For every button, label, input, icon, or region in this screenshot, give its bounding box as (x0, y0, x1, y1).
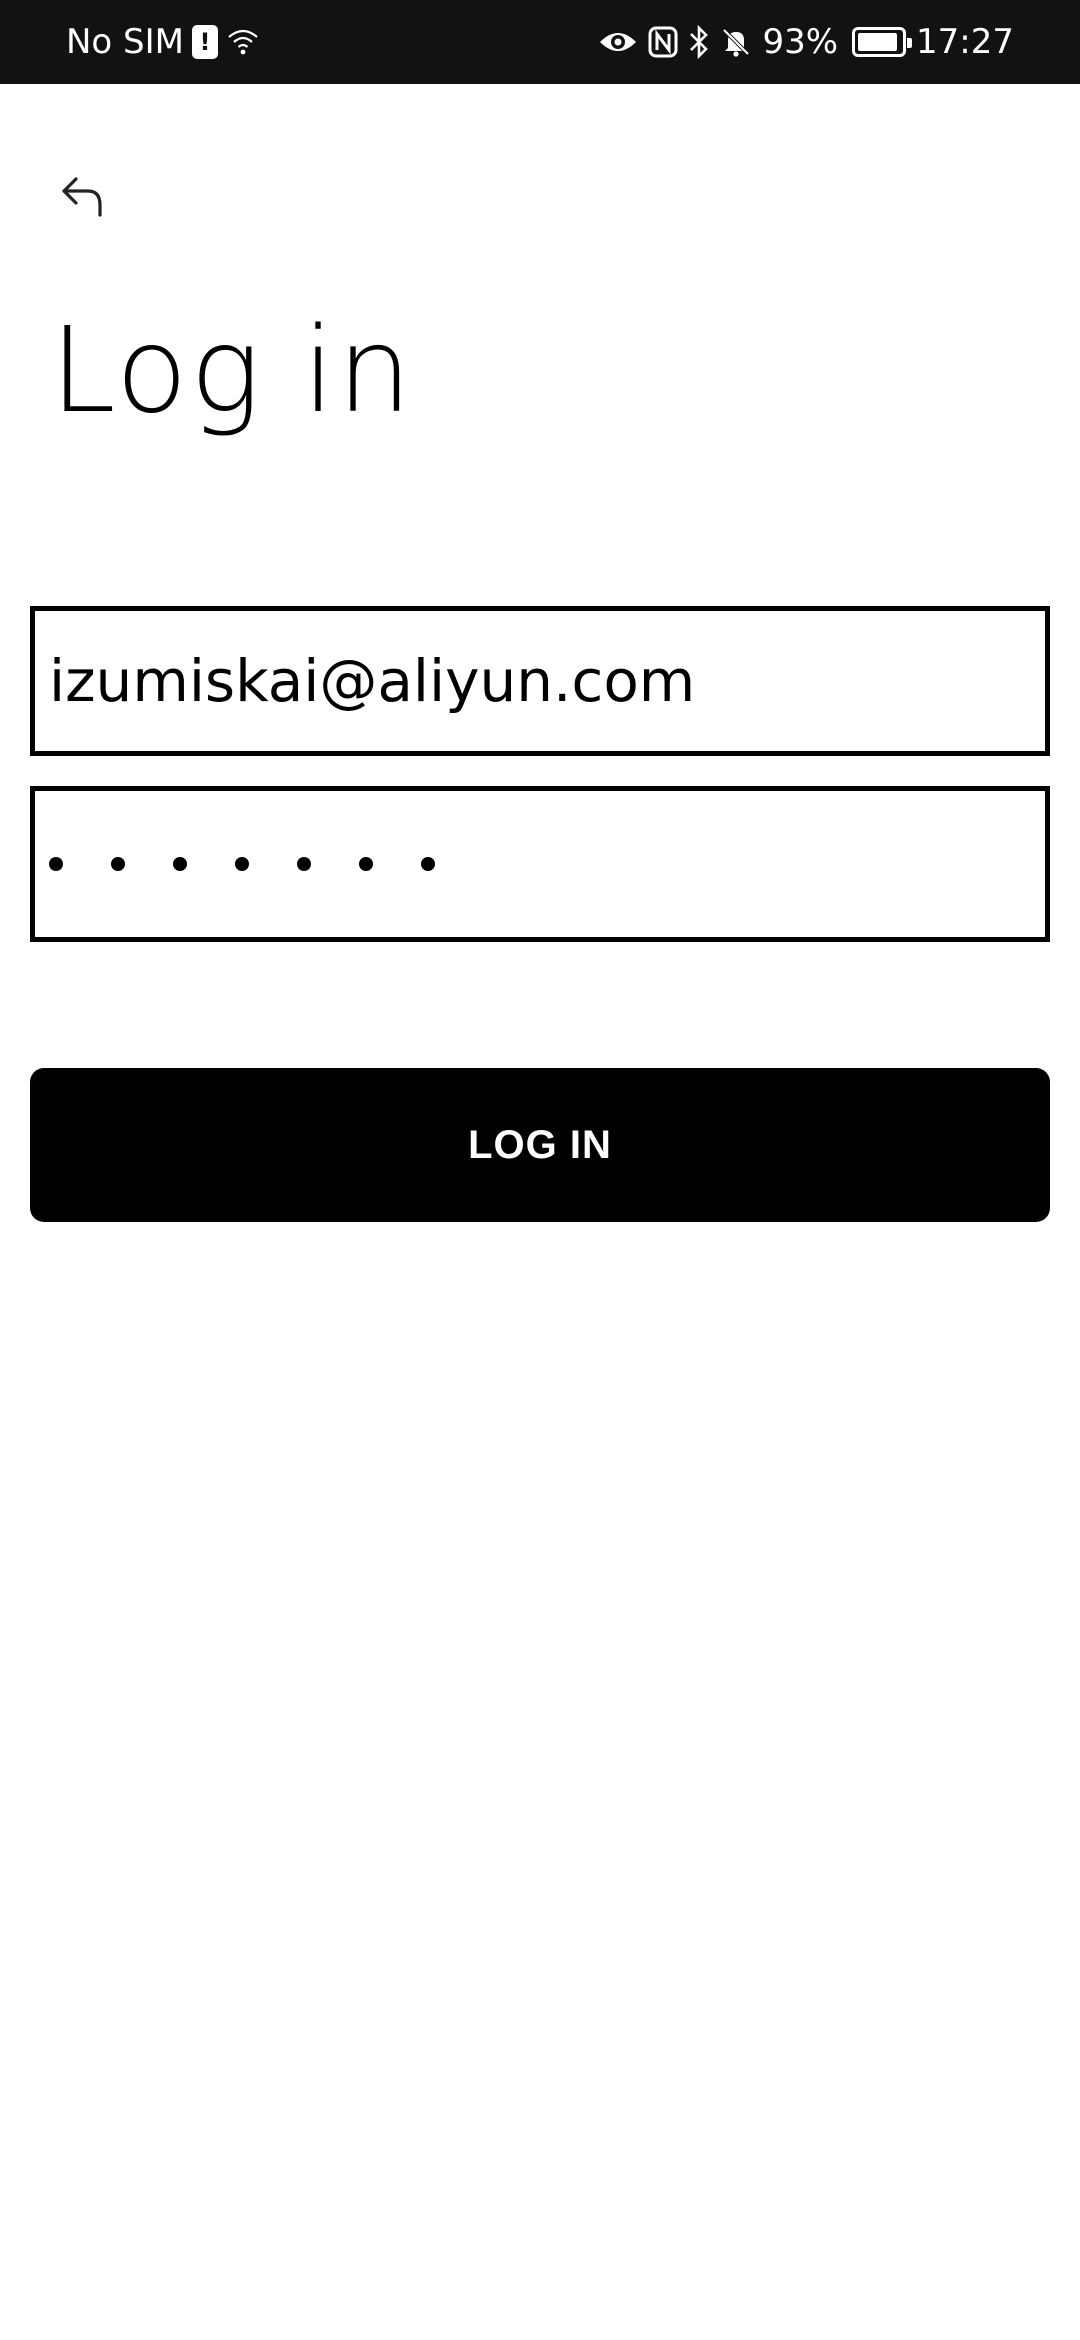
bell-off-icon (720, 26, 752, 58)
password-field[interactable] (30, 786, 1050, 942)
status-right: 93% 17:27 (598, 0, 1014, 84)
back-arrow-icon (62, 177, 102, 217)
password-dot (111, 857, 125, 871)
email-field[interactable]: izumiskai@aliyun.com (30, 606, 1050, 756)
password-dots (49, 857, 483, 871)
eye-icon (598, 28, 638, 56)
password-dot (173, 857, 187, 871)
password-dot (359, 857, 373, 871)
status-bar: No SIM ! 93% 17:27 (0, 0, 1080, 84)
login-button[interactable]: LOG IN (30, 1068, 1050, 1222)
password-dot (235, 857, 249, 871)
sim-alert-icon: ! (192, 25, 218, 59)
login-button-label: LOG IN (468, 1122, 612, 1167)
password-dot (297, 857, 311, 871)
status-left: No SIM ! (66, 0, 260, 84)
password-dot (49, 857, 63, 871)
email-value: izumiskai@aliyun.com (49, 647, 696, 715)
bluetooth-icon (688, 25, 710, 59)
back-button[interactable] (52, 166, 114, 228)
battery-icon (852, 27, 913, 57)
carrier-label: No SIM (66, 22, 184, 62)
clock: 17:27 (916, 22, 1014, 62)
battery-fill (858, 33, 898, 51)
battery-percent: 93% (762, 22, 839, 62)
password-dot (421, 857, 435, 871)
battery-cap (907, 38, 913, 48)
wifi-icon (226, 27, 260, 57)
nfc-icon (648, 26, 678, 58)
page-title: Log in (50, 301, 414, 439)
